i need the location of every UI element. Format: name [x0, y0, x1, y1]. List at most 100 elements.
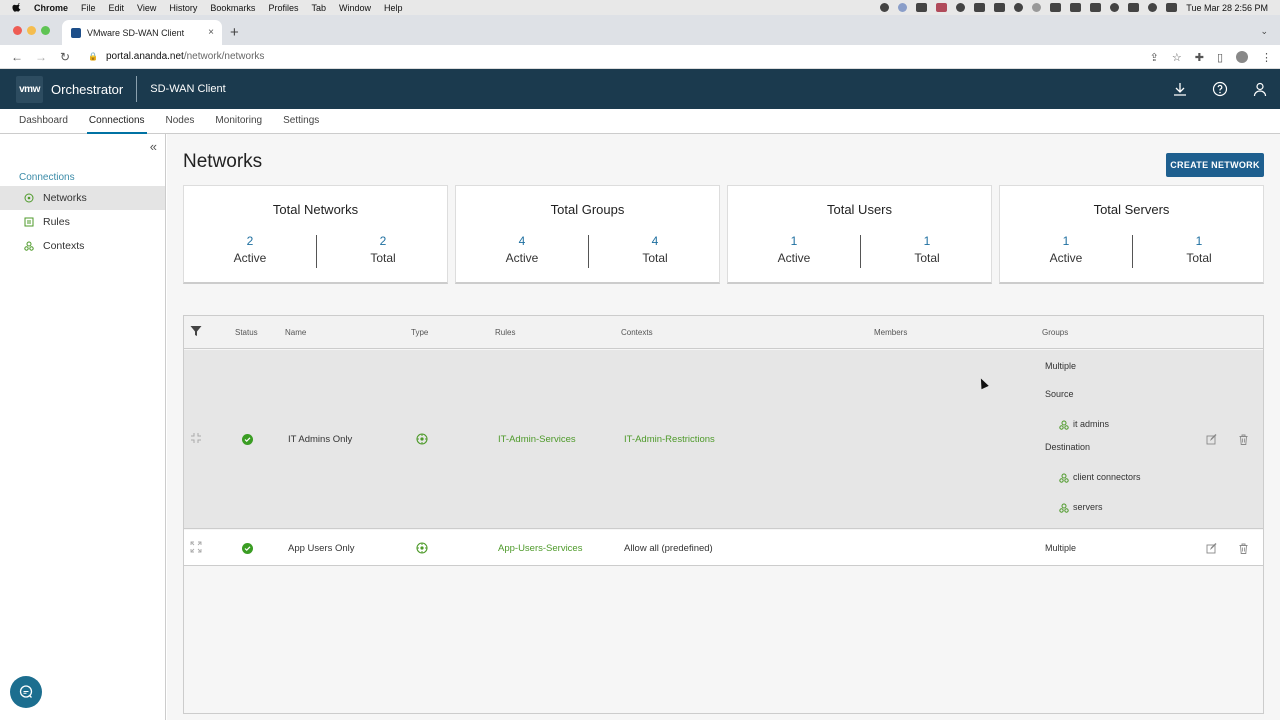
globe-icon[interactable]	[1032, 3, 1042, 12]
sidebar-item-rules[interactable]: Rules	[0, 210, 165, 234]
side-panel-icon[interactable]: ▯	[1217, 51, 1223, 64]
menu-help[interactable]: Help	[384, 3, 403, 13]
tab-monitoring[interactable]: Monitoring	[213, 109, 264, 134]
vpn-icon[interactable]	[936, 3, 948, 12]
minimize-window-button[interactable]	[27, 26, 36, 35]
close-window-button[interactable]	[13, 26, 22, 35]
browser-tab[interactable]: VMware SD-WAN Client ×	[62, 20, 222, 45]
rules-link[interactable]: IT-Admin-Services	[498, 434, 576, 445]
menu-view[interactable]: View	[137, 3, 156, 13]
menu-edit[interactable]: Edit	[109, 3, 125, 13]
tab-close-icon[interactable]: ×	[208, 27, 214, 38]
lock-icon[interactable]	[916, 3, 928, 12]
bookmark-star-icon[interactable]: ☆	[1172, 51, 1182, 64]
expand-row-icon[interactable]	[190, 541, 202, 553]
user-icon[interactable]	[1252, 81, 1268, 97]
status-active-icon	[242, 434, 253, 445]
rules-link[interactable]: App-Users-Services	[498, 543, 582, 554]
column-status[interactable]: Status	[235, 328, 258, 337]
menu-file[interactable]: File	[81, 3, 96, 13]
gear-icon[interactable]	[956, 3, 966, 12]
edit-icon[interactable]	[1206, 434, 1217, 445]
profile-avatar-icon[interactable]	[1236, 51, 1248, 63]
control-center-icon[interactable]	[1128, 3, 1140, 12]
browser-tab-strip: VMware SD-WAN Client × + ⌄	[0, 15, 1280, 45]
tab-dashboard[interactable]: Dashboard	[17, 109, 70, 134]
maximize-window-button[interactable]	[41, 26, 50, 35]
volume-icon[interactable]	[974, 3, 986, 12]
tab-nodes[interactable]: Nodes	[164, 109, 197, 134]
chat-support-button[interactable]	[10, 676, 42, 708]
menu-window[interactable]: Window	[339, 3, 371, 13]
filter-icon[interactable]	[190, 325, 202, 337]
wifi-icon[interactable]	[1090, 3, 1102, 12]
stat-active-value[interactable]: 1	[728, 234, 860, 248]
battery-icon[interactable]	[1070, 3, 1082, 12]
lock-icon[interactable]: 🔒	[88, 52, 98, 61]
table-row[interactable]: App Users Only App-Users-Services Allow …	[184, 530, 1263, 566]
tab-settings[interactable]: Settings	[281, 109, 321, 134]
stat-total-value[interactable]: 4	[589, 234, 721, 248]
tab-search-icon[interactable]: ⌄	[1260, 26, 1268, 37]
stat-active-value[interactable]: 1	[1000, 234, 1132, 248]
reload-icon[interactable]: ↻	[58, 50, 72, 64]
os-menu-bar: Chrome File Edit View History Bookmarks …	[0, 0, 1280, 15]
sidebar-item-contexts[interactable]: Contexts	[0, 234, 165, 258]
sidebar-item-label: Networks	[43, 192, 87, 204]
collapse-row-icon[interactable]	[190, 432, 202, 444]
column-contexts[interactable]: Contexts	[621, 328, 653, 337]
column-rules[interactable]: Rules	[495, 328, 515, 337]
tab-title: VMware SD-WAN Client	[87, 27, 185, 38]
url-host: portal.ananda.net	[105, 51, 184, 62]
extensions-icon[interactable]: ✚	[1195, 51, 1204, 64]
destination-group: servers	[1073, 502, 1103, 512]
contexts-value: Allow all (predefined)	[624, 543, 713, 554]
collapse-sidebar-icon[interactable]: «	[150, 139, 157, 154]
stat-active-value[interactable]: 2	[184, 234, 316, 248]
delete-icon[interactable]	[1238, 543, 1249, 554]
switch-icon[interactable]	[1166, 3, 1178, 12]
forward-icon[interactable]: →	[34, 50, 48, 64]
url-field[interactable]: 🔒 portal.ananda.net/network/networks	[88, 51, 264, 62]
record-icon[interactable]	[880, 3, 890, 12]
column-name[interactable]: Name	[285, 328, 306, 337]
stat-card-networks: Total Networks 2 Active 2 Total	[183, 185, 448, 284]
create-network-button[interactable]: CREATE NETWORK	[1166, 153, 1264, 177]
column-type[interactable]: Type	[411, 328, 428, 337]
table-row[interactable]: IT Admins Only IT-Admin-Services IT-Admi…	[184, 350, 1263, 529]
share-icon[interactable]: ⇪	[1150, 51, 1159, 64]
sync-icon[interactable]	[898, 3, 908, 12]
stat-total-value[interactable]: 1	[1133, 234, 1265, 248]
search-icon[interactable]	[1148, 3, 1158, 12]
stat-active-value[interactable]: 4	[456, 234, 588, 248]
column-members[interactable]: Members	[874, 328, 907, 337]
menu-tab[interactable]: Tab	[311, 3, 326, 13]
sidebar-item-networks[interactable]: Networks	[0, 186, 165, 210]
stat-total-value[interactable]: 1	[861, 234, 993, 248]
help-icon[interactable]	[1212, 81, 1228, 97]
sidebar-section-title: Connections	[19, 172, 75, 183]
more-menu-icon[interactable]: ⋮	[1261, 51, 1272, 64]
menu-history[interactable]: History	[169, 3, 197, 13]
column-groups[interactable]: Groups	[1042, 328, 1068, 337]
cloud-icon[interactable]	[994, 3, 1006, 12]
groups-summary: Multiple	[1045, 543, 1077, 553]
menu-profiles[interactable]: Profiles	[268, 3, 298, 13]
apple-icon[interactable]	[12, 2, 22, 13]
shield-icon[interactable]	[1014, 3, 1024, 12]
tab-connections[interactable]: Connections	[86, 109, 147, 134]
download-icon[interactable]	[1172, 81, 1188, 97]
menu-bookmarks[interactable]: Bookmarks	[210, 3, 255, 13]
delete-icon[interactable]	[1238, 434, 1249, 445]
back-icon[interactable]: ←	[10, 50, 24, 64]
keyboard-icon[interactable]	[1050, 3, 1062, 12]
clock[interactable]: Tue Mar 28 2:56 PM	[1186, 3, 1268, 13]
address-bar-row: ← → ↻ 🔒 portal.ananda.net/network/networ…	[0, 45, 1280, 69]
source-group: it admins	[1073, 419, 1110, 429]
contexts-link[interactable]: IT-Admin-Restrictions	[624, 434, 715, 445]
menu-app-name[interactable]: Chrome	[34, 3, 68, 13]
edit-icon[interactable]	[1206, 543, 1217, 554]
stat-total-value[interactable]: 2	[317, 234, 449, 248]
user-icon[interactable]	[1110, 3, 1120, 12]
new-tab-button[interactable]: +	[230, 24, 239, 41]
